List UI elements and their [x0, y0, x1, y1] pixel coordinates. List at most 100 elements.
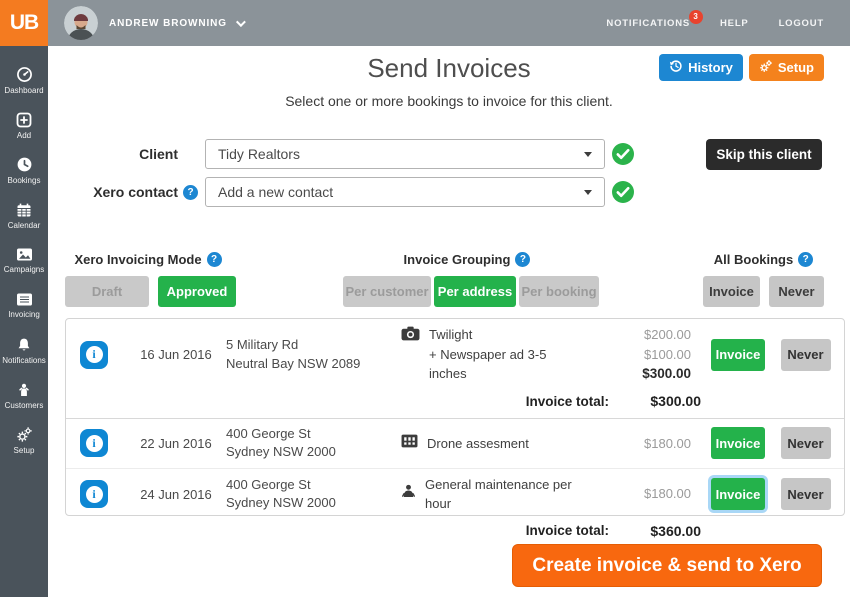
help-icon[interactable]: ?: [515, 252, 530, 267]
grouping-per-address-button[interactable]: Per address: [434, 276, 516, 307]
price-line: $180.00: [584, 484, 691, 504]
create-invoice-button[interactable]: Create invoice & send to Xero: [512, 544, 822, 587]
all-bookings-toggle: Invoice Never: [703, 276, 824, 307]
invoicing-mode-header-text: Xero Invoicing Mode: [74, 252, 201, 267]
all-bookings-header-text: All Bookings: [714, 252, 793, 267]
page-subtitle: Select one or more bookings to invoice f…: [48, 93, 850, 109]
invoice-total-amount: $300.00: [631, 393, 701, 409]
chevron-down-icon: [236, 17, 246, 27]
service-line1: General maintenance per hour: [425, 475, 584, 514]
xero-contact-label-text: Xero contact: [93, 184, 178, 200]
booking-info-button[interactable]: i: [80, 341, 108, 369]
client-label: Client: [48, 139, 178, 169]
client-select[interactable]: Tidy Realtors: [205, 139, 605, 169]
row-invoice-button-focused[interactable]: Invoice: [711, 478, 765, 510]
xero-contact-label: Xero contact ?: [48, 177, 198, 207]
logout-link[interactable]: LOGOUT: [779, 18, 824, 29]
booking-date: 24 Jun 2016: [126, 487, 226, 502]
all-invoice-button[interactable]: Invoice: [703, 276, 760, 307]
row-invoice-button[interactable]: Invoice: [711, 427, 765, 459]
booking-info-button[interactable]: i: [80, 429, 108, 457]
help-link[interactable]: HELP: [720, 18, 749, 29]
all-never-button[interactable]: Never: [769, 276, 824, 307]
mode-draft-button[interactable]: Draft: [65, 276, 149, 307]
history-icon: [669, 59, 683, 76]
invoice-total-label: Invoice total:: [526, 394, 609, 409]
xero-contact-select[interactable]: Add a new contact: [205, 177, 605, 207]
service-line1: Drone assesment: [427, 434, 529, 454]
bell-icon: [16, 337, 32, 353]
history-button[interactable]: History: [659, 54, 743, 81]
sidebar-item-label: Bookings: [8, 176, 41, 185]
booking-service: General maintenance per hour: [401, 475, 584, 514]
grouping-per-booking-button[interactable]: Per booking: [519, 276, 599, 307]
sidebar-item-label: Notifications: [2, 356, 46, 365]
row-invoice-button[interactable]: Invoice: [711, 339, 765, 371]
user-avatar[interactable]: [64, 6, 98, 40]
info-icon: i: [86, 346, 103, 363]
booking-date: 22 Jun 2016: [126, 436, 226, 451]
sidebar-item-campaigns[interactable]: Campaigns: [0, 238, 48, 283]
mode-approved-button[interactable]: Approved: [158, 276, 236, 307]
history-button-label: History: [688, 60, 733, 75]
address-line1: 400 George St: [226, 476, 401, 494]
booking-info-button[interactable]: i: [80, 480, 108, 508]
service-line2: + Newspaper ad 3-5 inches: [429, 345, 584, 384]
bookings-table: i 16 Jun 2016 5 Military Rd Neutral Bay …: [65, 318, 845, 516]
booking-service: Twilight + Newspaper ad 3-5 inches: [401, 325, 584, 384]
worker-icon: [401, 483, 416, 505]
address-line1: 5 Military Rd: [226, 336, 401, 354]
clock-globe-icon: [16, 156, 33, 173]
app-window: UB ANDREW BROWNING NOTIFICATIONS 3 HELP …: [0, 0, 850, 597]
setup-button[interactable]: Setup: [749, 54, 824, 81]
row-never-button[interactable]: Never: [781, 339, 831, 371]
sidebar-item-invoicing[interactable]: Invoicing: [0, 283, 48, 328]
booking-service: Drone assesment: [401, 434, 584, 454]
sidebar-item-setup[interactable]: Setup: [0, 418, 48, 463]
gauge-icon: [16, 66, 33, 83]
grouping-per-customer-button[interactable]: Per customer: [343, 276, 431, 307]
booking-row: i 16 Jun 2016 5 Military Rd Neutral Bay …: [66, 319, 844, 390]
sidebar-item-bookings[interactable]: Bookings: [0, 148, 48, 193]
calendar-icon: [16, 202, 32, 218]
setup-button-label: Setup: [778, 60, 814, 75]
booking-address: 400 George St Sydney NSW 2000: [226, 425, 401, 461]
client-label-text: Client: [139, 146, 178, 162]
sidebar-item-customers[interactable]: Customers: [0, 373, 48, 418]
gears-icon: [759, 59, 773, 76]
help-icon[interactable]: ?: [207, 252, 222, 267]
help-icon[interactable]: ?: [798, 252, 813, 267]
row-never-button[interactable]: Never: [781, 427, 831, 459]
invoice-total-label: Invoice total:: [526, 523, 609, 538]
invoicing-mode-toggle: Draft Approved: [65, 276, 236, 307]
sidebar-item-notifications[interactable]: Notifications: [0, 328, 48, 373]
user-menu[interactable]: ANDREW BROWNING: [109, 18, 227, 29]
skip-client-button[interactable]: Skip this client: [706, 139, 822, 170]
address-line2: Sydney NSW 2000: [226, 443, 401, 461]
sidebar-item-add[interactable]: Add: [0, 103, 48, 148]
xero-contact-select-value: Add a new contact: [218, 184, 333, 200]
sidebar-item-dashboard[interactable]: Dashboard: [0, 58, 48, 103]
price-subtotal: $300.00: [584, 364, 691, 384]
drone-icon: [401, 434, 418, 454]
sidebar-item-label: Invoicing: [8, 310, 40, 319]
notifications-link[interactable]: NOTIFICATIONS 3: [606, 18, 690, 29]
camera-icon: [401, 326, 420, 347]
booking-row: i 22 Jun 2016 400 George St Sydney NSW 2…: [66, 418, 844, 467]
notifications-label: NOTIFICATIONS: [606, 18, 690, 29]
help-icon[interactable]: ?: [183, 185, 198, 200]
app-logo[interactable]: UB: [0, 0, 48, 46]
price-line: $180.00: [584, 434, 691, 454]
gears-icon: [16, 426, 33, 443]
price-line: $100.00: [584, 345, 691, 365]
sidebar-item-label: Customers: [5, 401, 44, 410]
invoice-grouping-toggle: Per customer Per address Per booking: [343, 276, 599, 307]
row-never-button[interactable]: Never: [781, 478, 831, 510]
booking-prices: $180.00: [584, 434, 699, 454]
booking-date: 16 Jun 2016: [126, 347, 226, 362]
sidebar-item-calendar[interactable]: Calendar: [0, 193, 48, 238]
header-actions: History Setup: [659, 54, 824, 81]
address-line2: Sydney NSW 2000: [226, 494, 401, 512]
invoicing-mode-header: Xero Invoicing Mode ?: [65, 252, 231, 267]
booking-prices: $180.00: [584, 484, 699, 504]
